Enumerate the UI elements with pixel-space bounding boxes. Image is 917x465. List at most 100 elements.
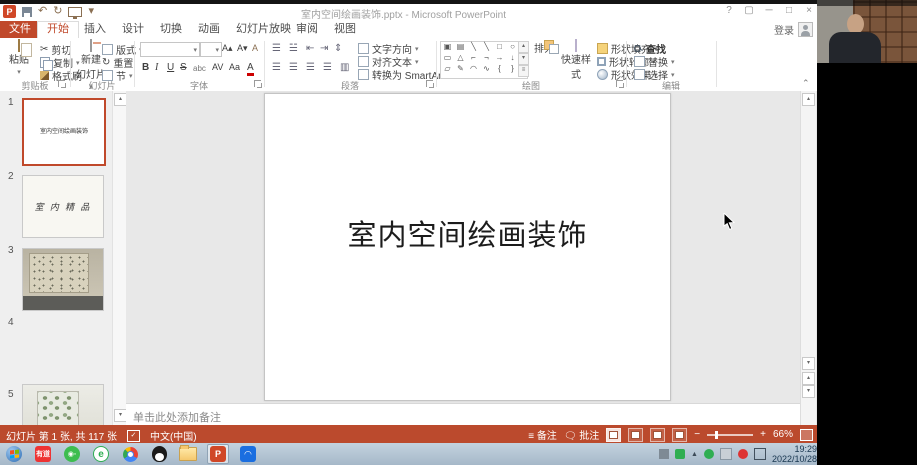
tab-review[interactable]: 审阅 — [287, 21, 327, 38]
justify-button[interactable]: ☰ — [323, 62, 332, 73]
sign-in[interactable]: 登录 — [774, 22, 813, 37]
font-name-combobox[interactable]: ▾ — [140, 42, 200, 57]
tray-hidden-icons-arrow[interactable]: ▲ — [691, 451, 698, 458]
shape-rounded-rect-icon[interactable]: ▭ — [441, 53, 454, 63]
tray-360-icon[interactable] — [704, 449, 714, 459]
shape-arrow-right-icon[interactable]: → — [493, 53, 506, 63]
account-avatar-icon[interactable] — [798, 22, 813, 37]
normal-view-button[interactable] — [606, 428, 621, 442]
shape-rectangle-icon[interactable]: □ — [493, 42, 506, 52]
tab-file[interactable]: 文件 — [0, 21, 40, 38]
font-dialog-launcher[interactable] — [254, 80, 261, 87]
shape-triangle-icon[interactable]: △ — [454, 53, 467, 63]
decrease-indent-button[interactable]: ⇤ — [306, 43, 314, 54]
columns-button[interactable]: ▥ — [340, 62, 349, 73]
notes-pane[interactable]: 单击此处添加备注 — [126, 403, 800, 425]
shape-elbow-icon[interactable]: ⌐ — [467, 53, 480, 63]
notes-placeholder[interactable]: 单击此处添加备注 — [133, 409, 221, 425]
slideshow-view-button[interactable] — [672, 428, 687, 442]
tab-design[interactable]: 设计 — [113, 21, 153, 38]
language-indicator[interactable]: 中文(中国) — [150, 428, 197, 443]
ribbon-options-button[interactable]: ▢ — [743, 5, 755, 16]
taskbar-powerpoint-icon[interactable]: P — [207, 444, 229, 464]
bullets-button[interactable]: ☰ — [272, 43, 281, 54]
paste-button[interactable]: 粘贴 ▾ — [2, 40, 36, 78]
tray-security-icon[interactable] — [675, 449, 685, 459]
thumbnail-slide-2[interactable]: 室 内 精 品 — [22, 175, 104, 238]
shape-curve-icon[interactable]: ∿ — [480, 64, 493, 74]
shape-brace-left-icon[interactable]: { — [493, 64, 506, 74]
thumbnail-slide-4[interactable] — [22, 384, 104, 425]
thumbnail-slide-1[interactable]: 室内空间绘画装饰 — [22, 98, 106, 166]
taskbar-clock[interactable]: 19:29 2022/10/28 — [772, 444, 817, 464]
slide-canvas[interactable]: 室内空间绘画装饰 — [264, 93, 671, 401]
next-slide-button[interactable]: ▾ — [802, 385, 815, 398]
zoom-out-button[interactable]: − — [694, 429, 700, 440]
taskbar-360browser-icon[interactable]: e — [91, 445, 111, 463]
help-button[interactable]: ? — [723, 5, 735, 16]
close-button[interactable]: × — [803, 5, 815, 16]
tray-alert-icon[interactable] — [738, 449, 748, 459]
quick-styles-button[interactable]: 快速样式 — [559, 40, 593, 78]
taskbar-explorer-icon[interactable] — [178, 445, 198, 463]
underline-button[interactable]: U — [167, 62, 174, 73]
collapse-ribbon-button[interactable]: ⌃ — [802, 78, 810, 89]
taskbar-wechat-icon[interactable]: ◉◦ — [62, 445, 82, 463]
taskbar-tencent-meeting-icon[interactable]: ◠ — [238, 445, 258, 463]
drawing-dialog-launcher[interactable] — [616, 80, 623, 87]
tab-transitions[interactable]: 切换 — [151, 21, 191, 38]
scroll-down-icon[interactable]: ▾ — [802, 357, 815, 370]
line-spacing-button[interactable]: ⇕ — [334, 43, 342, 54]
zoom-slider-thumb[interactable] — [715, 431, 718, 439]
align-center-button[interactable]: ☰ — [289, 62, 298, 73]
shape-arc-icon[interactable]: ◠ — [467, 64, 480, 74]
shape-scribble-icon[interactable]: ✎ — [454, 64, 467, 74]
slide-title-text[interactable]: 室内空间绘画装饰 — [265, 212, 670, 254]
previous-slide-button[interactable]: ▴ — [802, 372, 815, 385]
reading-view-button[interactable] — [650, 428, 665, 442]
align-left-button[interactable]: ☰ — [272, 62, 281, 73]
editor-vertical-scrollbar[interactable]: ▴ ▾ ▴ ▾ — [800, 91, 816, 425]
shapes-scroll-mid[interactable]: ▾ — [518, 53, 529, 65]
character-spacing-button[interactable]: AV — [212, 62, 223, 72]
font-size-combobox[interactable]: ▾ — [200, 42, 222, 57]
shape-textbox-icon[interactable]: ▣ — [441, 42, 454, 52]
taskbar-youdao-icon[interactable]: 有道 — [33, 445, 53, 463]
fit-to-window-icon[interactable] — [800, 429, 813, 441]
tray-display-icon[interactable] — [754, 448, 766, 460]
text-shadow-button[interactable]: abc — [193, 64, 206, 73]
tab-insert[interactable]: 插入 — [75, 21, 115, 38]
grow-font-button[interactable]: A▴ — [222, 43, 233, 54]
shape-elbow2-icon[interactable]: ¬ — [480, 53, 493, 63]
tab-home[interactable]: 开始 — [37, 21, 79, 39]
shape-arrow-line-icon[interactable]: ╲ — [480, 42, 493, 52]
change-case-button[interactable]: Aa — [229, 62, 240, 72]
paragraph-dialog-launcher[interactable] — [426, 80, 433, 87]
clipboard-dialog-launcher[interactable] — [58, 80, 65, 87]
zoom-level[interactable]: 66% — [773, 429, 793, 440]
shape-vtextbox-icon[interactable]: ▤ — [454, 42, 467, 52]
tray-input-icon[interactable] — [659, 449, 669, 459]
slide-sorter-view-button[interactable] — [628, 428, 643, 442]
slide-counter[interactable]: 幻灯片 第 1 张, 共 117 张 — [6, 428, 117, 443]
shapes-scroll-down[interactable]: ≡ — [518, 65, 529, 77]
start-button[interactable] — [4, 445, 24, 463]
numbering-button[interactable]: ☱ — [289, 43, 298, 54]
scroll-up-icon[interactable]: ▴ — [802, 93, 815, 106]
italic-button[interactable]: I — [155, 62, 158, 73]
tray-app-icon[interactable] — [720, 448, 732, 460]
tab-view[interactable]: 视图 — [325, 21, 365, 38]
comments-toggle-button[interactable]: 🗨 批注 — [564, 427, 599, 442]
zoom-in-button[interactable]: + — [760, 429, 766, 440]
arrange-button[interactable]: 排列 — [531, 40, 557, 78]
strikethrough-button[interactable]: S — [180, 62, 187, 73]
minimize-button[interactable]: ─ — [763, 5, 775, 16]
shape-line-icon[interactable]: ╲ — [467, 42, 480, 52]
thumbnail-slide-3[interactable] — [22, 248, 104, 311]
shapes-scroll-up[interactable]: ▴ — [518, 41, 529, 53]
zoom-slider[interactable] — [707, 434, 753, 436]
tab-animations[interactable]: 动画 — [189, 21, 229, 38]
shrink-font-button[interactable]: A▾ — [237, 43, 248, 54]
restore-button[interactable]: □ — [783, 5, 795, 16]
clear-formatting-button[interactable]: A — [252, 43, 258, 53]
